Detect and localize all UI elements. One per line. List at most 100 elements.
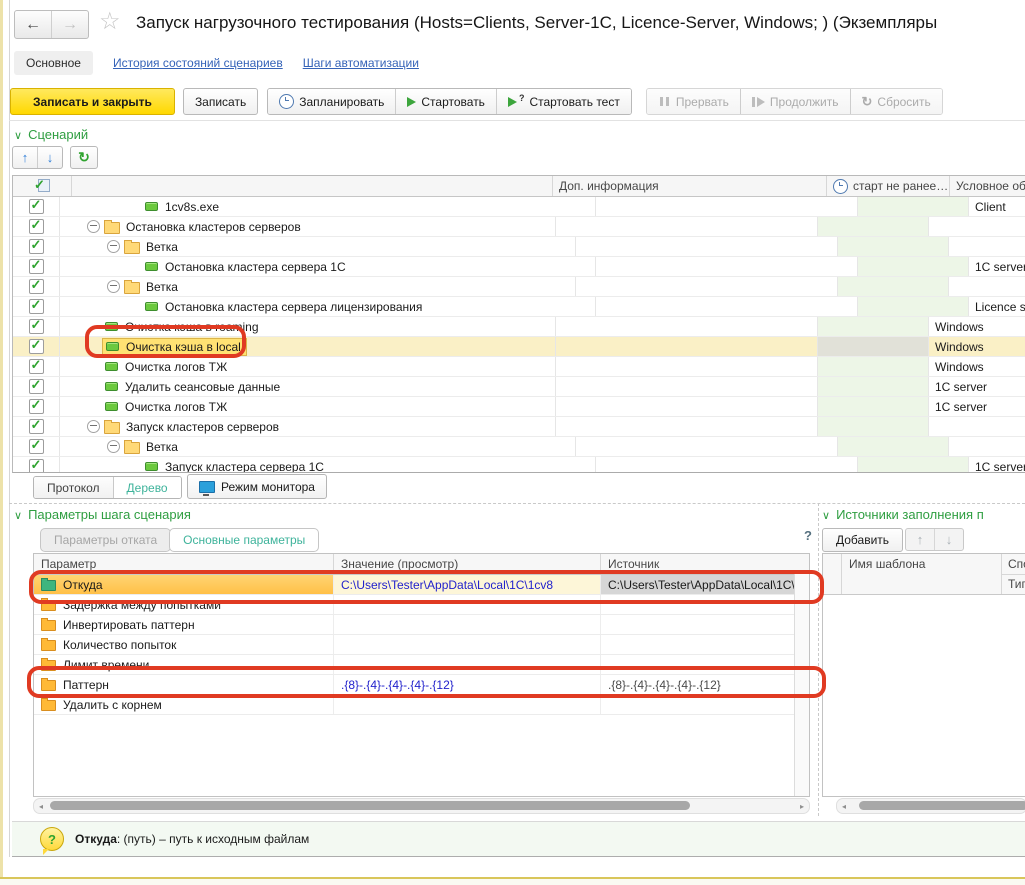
tab-scenario-history[interactable]: История состояний сценариев [113, 56, 283, 70]
table-row[interactable]: Запуск кластеров серверов [13, 417, 1025, 437]
row-checkbox[interactable] [29, 219, 44, 234]
params-tabs: Параметры отката Основные параметры [40, 528, 319, 552]
save-and-close-button[interactable]: Записать и закрыть [10, 88, 175, 115]
row-checkbox[interactable] [29, 339, 44, 354]
collapse-node-icon[interactable] [87, 420, 100, 433]
param-row[interactable]: Паттерн .{8}-.{4}-.{4}-.{4}-.{12} .{8}-.… [34, 675, 809, 695]
sources-section-title[interactable]: Источники заполнения п [822, 507, 1025, 522]
collapse-node-icon[interactable] [107, 440, 120, 453]
table-row[interactable]: Остановка кластера сервера 1С 1C server [13, 257, 1025, 277]
param-row[interactable]: Удалить с корнем [34, 695, 809, 715]
panel-separator-vertical [818, 503, 819, 816]
monitor-icon [199, 481, 215, 493]
table-row[interactable]: Запуск кластера сервера 1С 1C server [13, 457, 1025, 473]
collapse-node-icon[interactable] [87, 220, 100, 233]
scrollbar-thumb[interactable] [859, 801, 1025, 810]
move-down-button[interactable] [934, 529, 963, 550]
tab-main[interactable]: Основное [14, 51, 93, 75]
table-row[interactable]: Остановка кластера сервера лицензировани… [13, 297, 1025, 317]
folder-icon [124, 442, 140, 454]
rollback-params-tab[interactable]: Параметры отката [40, 528, 171, 552]
start-button[interactable]: Стартовать [395, 89, 496, 114]
schedule-button[interactable]: Запланировать [268, 89, 395, 114]
table-row-selected[interactable]: Очистка кэша в local Windows [13, 337, 1025, 357]
params-header-value[interactable]: Значение (просмотр) [334, 554, 601, 574]
move-up-button[interactable] [13, 147, 37, 168]
main-params-tab[interactable]: Основные параметры [169, 528, 319, 552]
params-vertical-scrollbar[interactable] [794, 574, 809, 796]
refresh-button[interactable] [70, 146, 98, 169]
collapse-node-icon[interactable] [107, 240, 120, 253]
sources-move-group [905, 528, 964, 551]
back-button[interactable] [15, 11, 51, 38]
sources-header-value-type[interactable]: Тип знач [1002, 575, 1025, 595]
tree-header-start[interactable]: старт не ранее… [827, 176, 950, 196]
abort-button[interactable]: Прервать [647, 89, 740, 114]
row-checkbox[interactable] [29, 239, 44, 254]
param-icon [41, 700, 56, 711]
move-down-button[interactable] [37, 147, 62, 168]
table-row[interactable]: Очистка кэша в roaming Windows [13, 317, 1025, 337]
continue-button[interactable]: Продолжить [740, 89, 850, 114]
row-checkbox[interactable] [29, 319, 44, 334]
reset-button[interactable]: Сбросить [850, 89, 942, 114]
param-icon [41, 620, 56, 631]
table-row[interactable]: Очистка логов ТЖ 1C server [13, 397, 1025, 417]
protocol-toggle[interactable]: Протокол [34, 477, 113, 498]
tree-toggle[interactable]: Дерево [113, 477, 181, 498]
favorite-star-icon[interactable] [99, 7, 121, 36]
collapse-node-icon[interactable] [107, 280, 120, 293]
params-header-param[interactable]: Параметр [34, 554, 334, 574]
params-header-source[interactable]: Источник [601, 554, 809, 574]
param-row[interactable]: Задержка между попытками [34, 595, 809, 615]
param-row[interactable]: Лимит времени [34, 655, 809, 675]
param-icon [41, 660, 56, 671]
param-row[interactable]: Количество попыток [34, 635, 809, 655]
folder-icon [124, 282, 140, 294]
collapse-chevron-icon [14, 130, 22, 142]
row-checkbox[interactable] [29, 279, 44, 294]
table-row[interactable]: Ветка [13, 237, 1025, 257]
tree-header-checkbox[interactable] [13, 176, 72, 196]
move-up-button[interactable] [906, 529, 934, 550]
scenario-tree-table: Доп. информация старт не ранее… Условное… [12, 175, 1025, 473]
param-row[interactable]: Инвертировать паттерн [34, 615, 809, 635]
scrollbar-thumb[interactable] [50, 801, 690, 810]
tree-header-name[interactable] [72, 176, 553, 196]
tab-automation-steps[interactable]: Шаги автоматизации [303, 56, 419, 70]
params-section-title[interactable]: Параметры шага сценария [14, 507, 191, 522]
forward-button[interactable] [51, 11, 88, 38]
param-row-selected[interactable]: Откуда C:\Users\Tester\AppData\Local\1C\… [34, 575, 809, 595]
scenario-section-title[interactable]: Сценарий [14, 127, 88, 142]
row-checkbox[interactable] [29, 359, 44, 374]
row-checkbox[interactable] [29, 419, 44, 434]
start-test-button[interactable]: ? Стартовать тест [496, 89, 631, 114]
table-row[interactable]: Очистка логов ТЖ Windows [13, 357, 1025, 377]
save-button[interactable]: Записать [183, 88, 258, 115]
row-checkbox[interactable] [29, 439, 44, 454]
table-row[interactable]: 1cv8s.exe Client [13, 197, 1025, 217]
scroll-left-icon[interactable] [34, 802, 48, 811]
table-row[interactable]: Ветка [13, 437, 1025, 457]
help-icon[interactable]: ? [804, 528, 812, 543]
row-checkbox[interactable] [29, 379, 44, 394]
sources-header-fill-method[interactable]: Способ з [1002, 554, 1025, 575]
sources-horizontal-scrollbar[interactable] [836, 798, 1025, 814]
table-row[interactable]: Удалить сеансовые данные 1C server [13, 377, 1025, 397]
row-checkbox[interactable] [29, 199, 44, 214]
row-checkbox[interactable] [29, 459, 44, 473]
tree-header-info[interactable]: Доп. информация [553, 176, 827, 196]
add-button[interactable]: Добавить [822, 528, 903, 552]
row-checkbox[interactable] [29, 299, 44, 314]
scroll-left-icon[interactable] [837, 802, 851, 811]
tree-header-designation[interactable]: Условное обозначение ед [950, 176, 1025, 196]
row-checkbox[interactable] [29, 399, 44, 414]
row-checkbox[interactable] [29, 259, 44, 274]
table-row[interactable]: Ветка [13, 277, 1025, 297]
sources-header-template-name[interactable]: Имя шаблона [842, 554, 1002, 594]
monitor-mode-button[interactable]: Режим монитора [187, 474, 327, 499]
table-row[interactable]: Остановка кластеров серверов [13, 217, 1025, 237]
scroll-right-icon[interactable] [795, 802, 809, 811]
params-horizontal-scrollbar[interactable] [33, 798, 810, 814]
param-icon [41, 640, 56, 651]
